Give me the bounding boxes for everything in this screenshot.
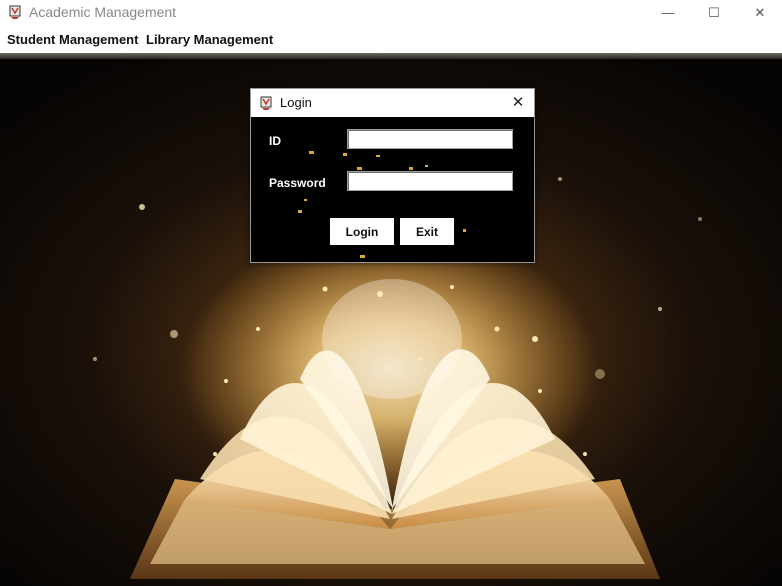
java-cup-icon [260, 96, 272, 110]
login-dialog-titlebar: Login ✕ [251, 89, 534, 117]
gold-flecks-decoration [298, 151, 466, 258]
close-icon: ✕ [754, 4, 766, 20]
minimize-icon: — [661, 5, 675, 20]
menu-student-management[interactable]: Student Management [7, 32, 138, 47]
menu-library-management[interactable]: Library Management [146, 32, 273, 47]
login-dialog-close-button[interactable]: ✕ [508, 92, 528, 112]
close-icon: ✕ [511, 94, 525, 111]
maximize-icon: ☐ [708, 4, 720, 20]
app-icon [7, 4, 23, 20]
minimize-button[interactable]: — [645, 0, 691, 25]
window-title: Academic Management [29, 4, 177, 20]
maximize-button[interactable]: ☐ [691, 0, 737, 25]
login-dialog-title: Login [280, 95, 312, 110]
close-window-button[interactable]: ✕ [737, 0, 782, 25]
window-titlebar: Academic Management — ☐ ✕ [0, 0, 782, 25]
menu-bar: Student Management Library Management [0, 25, 782, 53]
login-dialog: Login ✕ ID Password Login Exit [250, 88, 535, 263]
